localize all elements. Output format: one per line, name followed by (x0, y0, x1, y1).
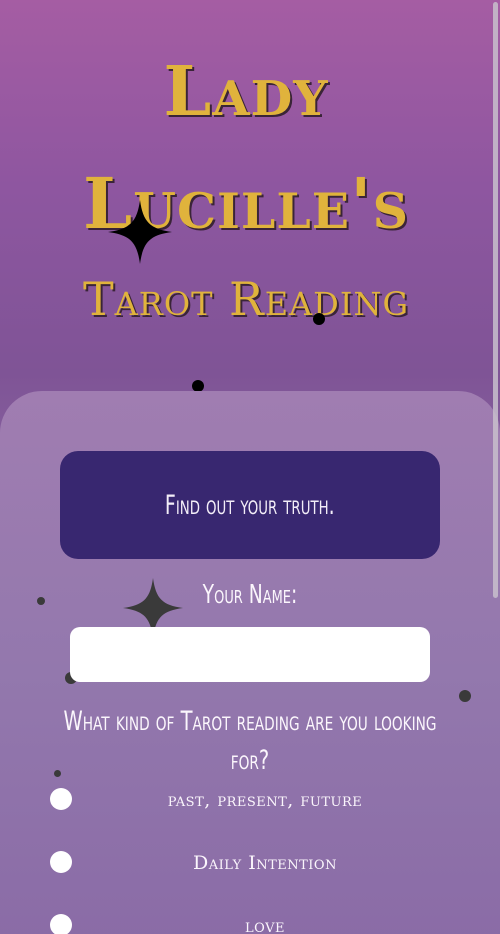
title-line-1: Lady (163, 52, 329, 132)
sparkle-icon (108, 200, 172, 264)
name-input[interactable] (70, 627, 430, 682)
dot-icon (37, 597, 45, 605)
dot-icon (313, 313, 325, 325)
tagline-text: Find out your truth. (165, 489, 335, 521)
radio-button[interactable] (50, 851, 72, 873)
reading-type-question: What kind of Tarot reading are you looki… (60, 702, 440, 780)
option-label: love (245, 915, 285, 934)
option-love[interactable]: love (50, 914, 450, 934)
option-label: past, present, future (167, 789, 363, 811)
option-past-present-future[interactable]: past, present, future (50, 788, 450, 818)
scrollbar[interactable] (492, 0, 500, 934)
question-text: What kind of Tarot reading are you looki… (63, 706, 437, 776)
option-label: Daily Intention (193, 852, 337, 874)
title-line-3: Tarot Reading (82, 272, 410, 326)
title-line-2: Lucille's (83, 162, 409, 245)
scrollbar-thumb[interactable] (493, 2, 498, 598)
tagline-box: Find out your truth. (60, 451, 440, 559)
radio-button[interactable] (50, 788, 72, 810)
page-header: Lady Lucille's Tarot Reading (0, 0, 492, 400)
name-label: Your Name: (202, 580, 298, 610)
dot-icon (459, 690, 471, 702)
option-daily-intention[interactable]: Daily Intention (50, 851, 450, 881)
radio-button[interactable] (50, 914, 72, 934)
